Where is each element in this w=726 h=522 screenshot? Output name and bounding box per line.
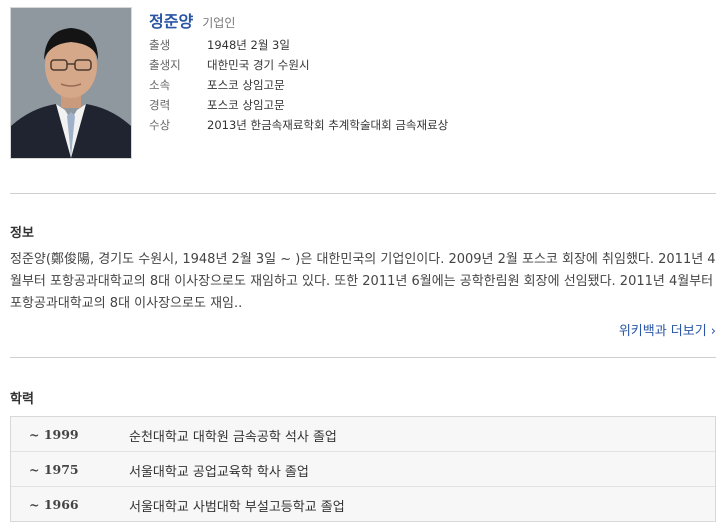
- wikipedia-more-link[interactable]: 위키백과 더보기 ›: [619, 320, 716, 339]
- education-row: ~ 1999 순천대학교 대학원 금속공학 석사 졸업: [11, 417, 715, 451]
- fact-value: 대한민국 경기 수원시: [207, 58, 310, 72]
- education-text: 순천대학교 대학원 금속공학 석사 졸업: [129, 430, 337, 445]
- fact-label: 소속: [149, 78, 171, 92]
- profile-photo[interactable]: [10, 7, 132, 159]
- education-year: ~ 1999: [29, 427, 79, 442]
- profile-card: 정준양 기업인 출생 1948년 2월 3일 출생지 대한민국 경기 수원시 소…: [10, 7, 716, 159]
- person-occupation: 기업인: [202, 16, 236, 30]
- education-text: 서울대학교 공업교육학 학사 졸업: [129, 465, 309, 480]
- education-row: ~ 1966 서울대학교 사범대학 부설고등학교 졸업: [11, 486, 715, 521]
- fact-value: 포스코 상임고문: [207, 78, 285, 92]
- info-section-title: 정보: [10, 226, 34, 241]
- info-summary: 정준양(鄭俊陽, 경기도 수원시, 1948년 2월 3일 ~ )은 대한민국의…: [10, 252, 716, 311]
- name-row: 정준양 기업인: [149, 8, 235, 32]
- fact-label: 출생지: [149, 58, 181, 72]
- education-list: ~ 1999 순천대학교 대학원 금속공학 석사 졸업 ~ 1975 서울대학교…: [10, 416, 716, 522]
- fact-value: 1948년 2월 3일: [207, 38, 290, 52]
- fact-value: 포스코 상임고문: [207, 98, 285, 112]
- fact-label: 수상: [149, 118, 171, 132]
- education-row: ~ 1975 서울대학교 공업교육학 학사 졸업: [11, 451, 715, 486]
- fact-label: 경력: [149, 98, 171, 112]
- person-portrait-image: [11, 8, 131, 158]
- education-section-title: 학력: [10, 392, 34, 407]
- education-year: ~ 1966: [29, 497, 79, 512]
- fact-label: 출생: [149, 38, 171, 52]
- fact-value: 2013년 한금속재료학회 추계학술대회 금속재료상: [207, 118, 449, 132]
- education-text: 서울대학교 사범대학 부설고등학교 졸업: [129, 500, 345, 515]
- section-divider: [10, 357, 716, 358]
- person-name[interactable]: 정준양: [149, 12, 193, 31]
- education-year: ~ 1975: [29, 462, 79, 477]
- section-divider: [10, 193, 716, 194]
